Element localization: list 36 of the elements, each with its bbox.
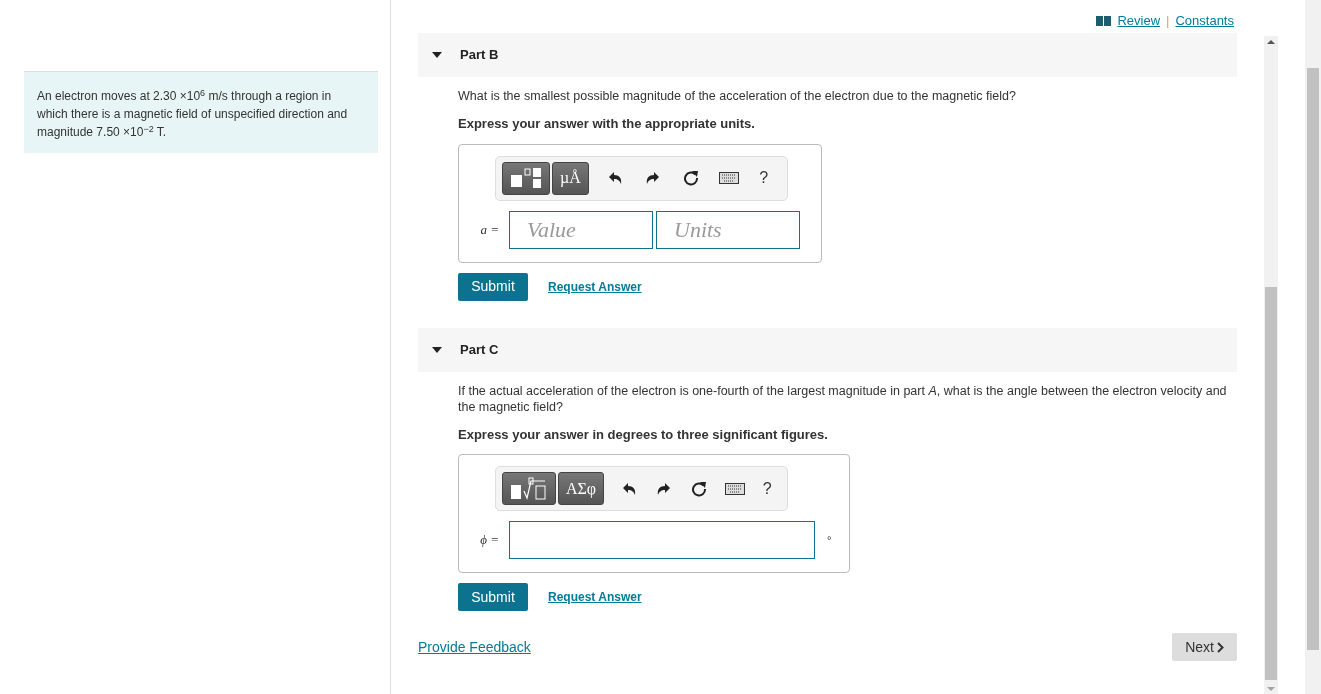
problem-statement: An electron moves at 2.30 ×10$^{6}$ m/s through a region in which there is a magnetic field of unspecified direction and magnitude 7.50 ×10$^{−2}$ T. xyxy=(37,87,349,141)
templates-button[interactable] xyxy=(502,472,556,505)
caret-icon xyxy=(432,52,442,58)
symbols-button[interactable]: ΑΣφ xyxy=(558,472,605,505)
constants-link[interactable]: Constants xyxy=(1175,10,1234,31)
variable-label: ϕ = xyxy=(479,531,500,550)
request-answer-link[interactable]: Request Answer xyxy=(548,588,642,606)
help-button[interactable]: ? xyxy=(753,476,781,501)
instruction-text: Express your answer in degrees to three significant figures. xyxy=(458,425,829,444)
units-field[interactable]: Units xyxy=(656,210,800,249)
help-button[interactable]: ? xyxy=(748,166,779,190)
part-header[interactable]: Part B xyxy=(418,33,1237,77)
template-icon xyxy=(509,476,549,501)
instruction-text: Express your answer with the appropriate units. xyxy=(458,115,756,133)
value-field[interactable]: Value xyxy=(509,210,653,249)
templates-button[interactable] xyxy=(502,161,550,195)
caret-icon xyxy=(432,346,442,353)
submit-button[interactable]: Submit xyxy=(458,272,528,301)
template-icon xyxy=(509,167,543,189)
question-text: What is the smallest possible magnitude of the acceleration of the electron due to the magnetic field? xyxy=(458,88,1017,104)
book-icon xyxy=(1096,15,1112,26)
question-text: If the actual acceleration of the electron is one-fourth of the largest magnitude in part A, what is the angle between the electron velocity and the magnetic field? xyxy=(458,382,1228,415)
feedback-link[interactable]: Provide Feedback xyxy=(418,636,531,658)
submit-button[interactable]: Submit xyxy=(458,583,528,611)
review-link[interactable]: Review xyxy=(1117,10,1161,31)
page-scrollbar[interactable] xyxy=(1305,0,1321,694)
scrollbar[interactable] xyxy=(1264,36,1278,694)
request-answer-link[interactable]: Request Answer xyxy=(548,277,642,296)
variable-label: a = xyxy=(479,220,500,239)
chevron-icon xyxy=(1217,641,1224,653)
answer-field[interactable] xyxy=(509,521,815,559)
unit-label: ° xyxy=(827,532,832,548)
symbols-button[interactable]: µÅ xyxy=(552,161,589,195)
next-button[interactable]: Next xyxy=(1172,633,1237,661)
separator: | xyxy=(1166,11,1170,30)
part-header[interactable]: Part C xyxy=(418,327,1237,372)
